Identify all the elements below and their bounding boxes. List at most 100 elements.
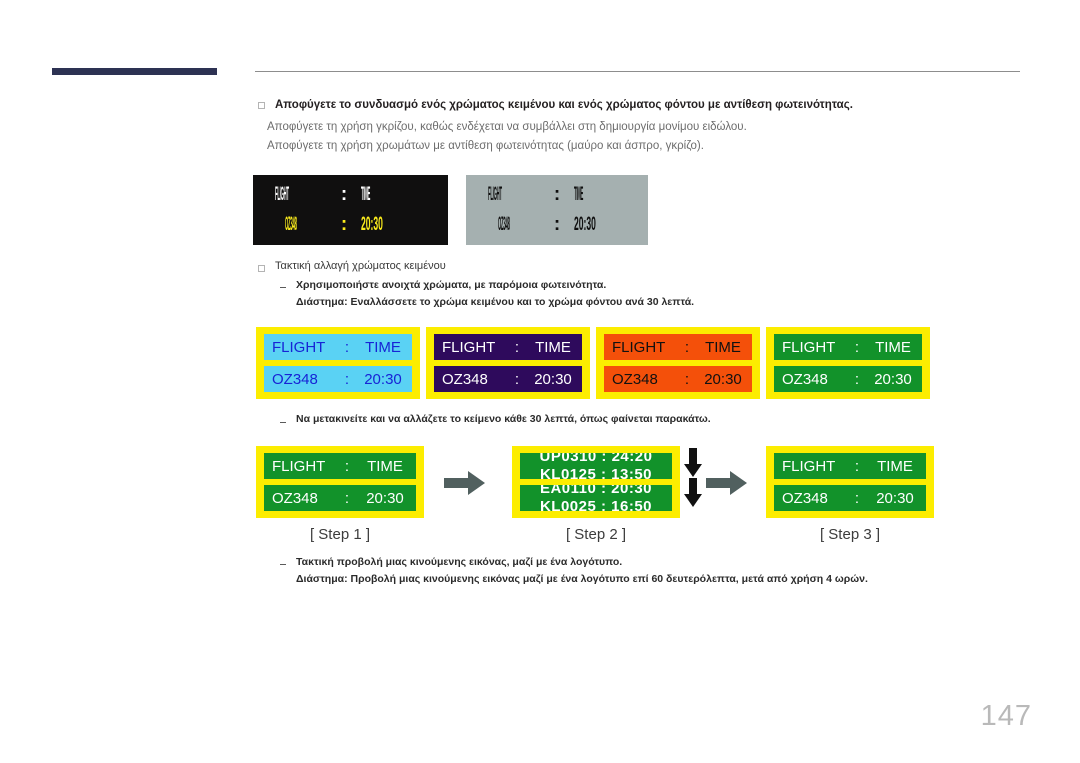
ghost-colon: :: [340, 214, 348, 235]
board-row-header: FLIGHT : TIME: [264, 453, 416, 479]
header-divider-line: [255, 71, 1020, 72]
board-row-scrolling-top: UP0310 : 24:20 KL0125 : 13:50: [520, 453, 672, 479]
board-value-time: TIME: [705, 338, 741, 356]
board-value-time: TIME: [535, 338, 571, 356]
board-value-time: TIME: [365, 338, 401, 356]
board-value-departure: 20:30: [366, 489, 404, 507]
ghost-colon: :: [553, 184, 561, 205]
board-label-flight: FLIGHT: [272, 338, 326, 356]
arrow-right-icon-2: [706, 470, 748, 501]
board-value-departure: 20:30: [876, 489, 914, 507]
moving-image-dash-1-interval: Διάστημα: Προβολή μιας κινούμενης εικόνα…: [296, 573, 868, 585]
ghost-row-flight-time: FLIGHT : TIME: [488, 180, 626, 210]
step2-label: [ Step 2 ]: [565, 526, 627, 543]
intro-line-3: Αποφύγετε τη χρήση χρωμάτων με αντίθεση …: [267, 140, 704, 152]
dash-bullet-icon: [280, 287, 286, 288]
dash-bullet-icon: [280, 564, 286, 565]
board-value-departure: 20:30: [534, 370, 572, 388]
color-board-cyan: FLIGHT : TIME OZ348 : 20:30: [256, 327, 420, 399]
board-label-flight: FLIGHT: [782, 338, 836, 356]
intro-main-bullet: Αποφύγετε το συνδυασμό ενός χρώματος κει…: [275, 99, 853, 111]
board-colon: :: [854, 489, 860, 507]
board-row-header: FLIGHT : TIME: [434, 334, 582, 360]
ghost-example-gray: FLIGHT : TIME OZ348 : 20:30: [466, 175, 648, 245]
board-label-flight: FLIGHT: [782, 457, 836, 475]
dash-bullet-icon: [280, 422, 286, 423]
header-accent-bar: [52, 68, 217, 75]
bullet-square-icon: [258, 265, 265, 272]
ghost-row-flightno-time: OZ348 : 20:30: [275, 210, 426, 240]
scroll-line-kl0125: KL0125 : 13:50: [539, 466, 653, 479]
ghost-label-flight: FLIGHT: [488, 184, 502, 205]
board-label-flight: FLIGHT: [272, 457, 326, 475]
ghost-colon: :: [340, 184, 348, 205]
arrow-down-icon-2: [683, 478, 703, 513]
board-label-flightno: OZ348: [612, 370, 658, 388]
board-value-departure: 20:30: [874, 370, 912, 388]
moving-image-dash-1: Τακτική προβολή μιας κινούμενης εικόνας,…: [296, 556, 623, 568]
color-board-green: FLIGHT : TIME OZ348 : 20:30: [766, 327, 930, 399]
board-value-time: TIME: [875, 338, 911, 356]
bullet-square-icon: [258, 102, 265, 109]
board-value-time: TIME: [367, 457, 403, 475]
ghost-value-time: TIME: [361, 184, 371, 205]
move-text-dash-1: Να μετακινείτε και να αλλάζετε το κείμεν…: [296, 413, 711, 425]
color-change-dash-1: Χρησιμοποιήστε ανοιχτά χρώματα, με παρόμ…: [296, 279, 607, 291]
board-colon: :: [684, 370, 690, 388]
board-colon: :: [854, 338, 860, 356]
board-row-entry: OZ348 : 20:30: [604, 366, 752, 392]
board-colon: :: [344, 457, 350, 475]
board-colon: :: [684, 338, 690, 356]
arrow-right-icon-1: [444, 470, 486, 501]
board-row-header: FLIGHT : TIME: [774, 334, 922, 360]
color-board-purple: FLIGHT : TIME OZ348 : 20:30: [426, 327, 590, 399]
board-colon: :: [344, 338, 350, 356]
board-colon: :: [854, 370, 860, 388]
board-row-entry: OZ348 : 20:30: [774, 366, 922, 392]
board-colon: :: [514, 338, 520, 356]
board-row-header: FLIGHT : TIME: [264, 334, 412, 360]
board-colon: :: [344, 489, 350, 507]
page-number: 147: [980, 700, 1032, 732]
board-row-scrolling-bottom: EA0110 : 20:30 KL0025 : 16:50: [520, 485, 672, 511]
color-board-orange: FLIGHT : TIME OZ348 : 20:30: [596, 327, 760, 399]
ghost-row-flight-time: FLIGHT : TIME: [275, 180, 426, 210]
ghost-row-flightno-time: OZ348 : 20:30: [488, 210, 626, 240]
board-label-flightno: OZ348: [272, 489, 318, 507]
step3-board: FLIGHT : TIME OZ348 : 20:30: [766, 446, 934, 518]
step3-label: [ Step 3 ]: [819, 526, 881, 543]
ghost-value-2030: 20:30: [361, 214, 383, 235]
ghost-label-flight: FLIGHT: [275, 184, 289, 205]
board-colon: :: [344, 370, 350, 388]
board-label-flightno: OZ348: [782, 489, 828, 507]
board-row-entry: OZ348 : 20:30: [264, 485, 416, 511]
board-colon: :: [854, 457, 860, 475]
ghost-example-black: FLIGHT : TIME OZ348 : 20:30: [253, 175, 448, 245]
board-label-flight: FLIGHT: [442, 338, 496, 356]
step1-board: FLIGHT : TIME OZ348 : 20:30: [256, 446, 424, 518]
board-value-departure: 20:30: [364, 370, 402, 388]
scroll-line-kl0025: KL0025 : 16:50: [539, 498, 653, 511]
board-row-header: FLIGHT : TIME: [604, 334, 752, 360]
ghost-colon: :: [553, 214, 561, 235]
board-label-flightno: OZ348: [782, 370, 828, 388]
board-label-flight: FLIGHT: [612, 338, 666, 356]
board-label-flightno: OZ348: [442, 370, 488, 388]
ghost-value-2030: 20:30: [574, 214, 596, 235]
step2-board: UP0310 : 24:20 KL0125 : 13:50 EA0110 : 2…: [512, 446, 680, 518]
board-colon: :: [514, 370, 520, 388]
ghost-label-oz348: OZ348: [285, 214, 297, 235]
board-row-entry: OZ348 : 20:30: [774, 485, 926, 511]
board-row-entry: OZ348 : 20:30: [264, 366, 412, 392]
board-value-departure: 20:30: [704, 370, 742, 388]
ghost-value-time: TIME: [574, 184, 584, 205]
color-change-heading: Τακτική αλλαγή χρώματος κειμένου: [275, 260, 446, 272]
step1-label: [ Step 1 ]: [309, 526, 371, 543]
ghost-label-oz348: OZ348: [498, 214, 510, 235]
board-row-header: FLIGHT : TIME: [774, 453, 926, 479]
board-label-flightno: OZ348: [272, 370, 318, 388]
board-row-entry: OZ348 : 20:30: [434, 366, 582, 392]
intro-line-2: Αποφύγετε τη χρήση γκρίζου, καθώς ενδέχε…: [267, 121, 747, 133]
color-change-dash-1-interval: Διάστημα: Εναλλάσσετε το χρώμα κειμένου …: [296, 296, 695, 308]
board-value-time: TIME: [877, 457, 913, 475]
